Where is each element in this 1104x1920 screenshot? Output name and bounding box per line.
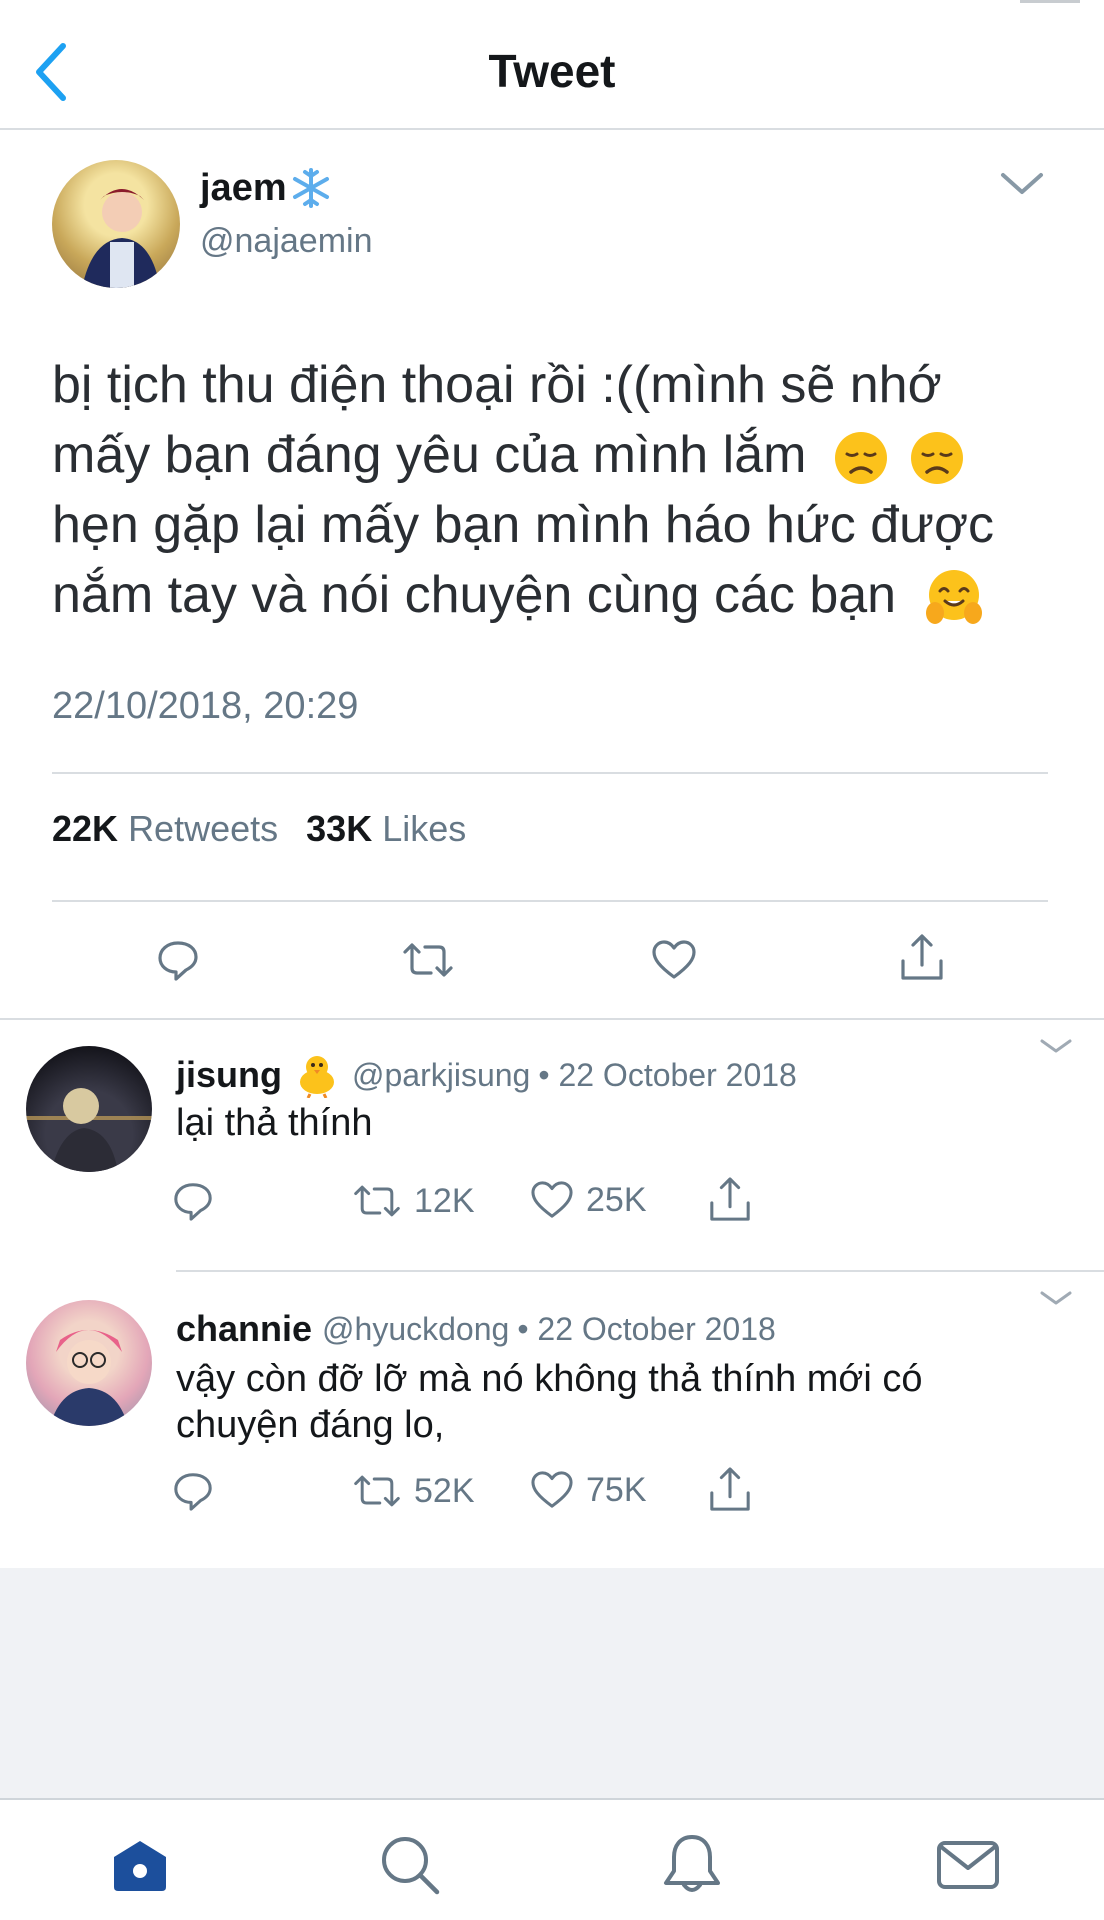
reply-icon [174, 1183, 212, 1221]
reply-options-button[interactable] [1036, 1286, 1076, 1310]
reply-date: • 22 October 2018 [517, 1310, 776, 1347]
tweet-options-button[interactable] [994, 164, 1050, 204]
tweet-text-line: bị tịch thu điện thoại rồi :((mình sẽ nh… [52, 356, 942, 414]
tweet-display-name[interactable]: jaem [200, 167, 287, 210]
reply-button[interactable] [150, 932, 206, 988]
avatar-portrait [50, 1330, 128, 1426]
likes-count: 33K [306, 808, 373, 849]
avatar-portrait [26, 1088, 152, 1172]
reply-retweet-count: 52K [414, 1471, 475, 1510]
reply-like-count: 25K [586, 1180, 647, 1219]
bottom-tab-bar [0, 1800, 1104, 1920]
reply-handle[interactable]: @hyuckdong [322, 1311, 509, 1348]
tab-messages[interactable] [928, 1832, 1008, 1898]
divider [52, 772, 1048, 774]
header-divider [0, 128, 1104, 130]
reply-like-button[interactable]: 25K [530, 1180, 647, 1220]
likes-label: Likes [382, 808, 467, 849]
heart-icon [652, 940, 696, 979]
tweet-handle[interactable]: @najaemin [200, 222, 373, 261]
reply-options-button[interactable] [1036, 1034, 1076, 1058]
chevron-down-icon [1001, 173, 1043, 194]
share-icon [710, 1467, 750, 1511]
retweets-label: Retweets [128, 808, 279, 849]
reply-text-line: vậy còn đỡ lỡ mà nó không thả thính mới … [176, 1358, 923, 1400]
tab-home[interactable] [100, 1830, 180, 1900]
retweets-stat[interactable]: 22K Retweets [52, 808, 288, 849]
avatar[interactable] [26, 1300, 152, 1426]
reply-handle[interactable]: @parkjisung [352, 1057, 530, 1094]
snowflake-emoji [292, 168, 329, 208]
reply-item[interactable]: channie @hyuckdong • 22 October 2018 vậy… [0, 1272, 1104, 1572]
timeline-end-area [0, 1568, 1104, 1800]
likes-stat[interactable]: 33K Likes [306, 808, 466, 849]
reply-retweet-button[interactable]: 12K [352, 1180, 475, 1222]
tweet-text-line: mấy bạn đáng yêu của mình lắm [52, 426, 807, 484]
reply-item[interactable]: jisung @parkjisung • 22 October 2018 lại… [0, 1020, 1104, 1270]
retweet-icon [354, 1475, 400, 1507]
share-icon [901, 934, 943, 980]
reply-text: lại thả thính [176, 1102, 373, 1144]
tweet-text-line: hẹn gặp lại mấy bạn mình háo hức được [52, 496, 995, 554]
reply-date: • 22 October 2018 [538, 1056, 797, 1093]
retweet-icon [354, 1185, 400, 1217]
divider [52, 900, 1048, 902]
tweet-text-line: nắm tay và nói chuyện cùng các bạn [52, 566, 897, 624]
retweets-count: 22K [52, 808, 119, 849]
tab-notifications[interactable] [652, 1826, 732, 1904]
reply-text-line: chuyện đáng lo, [176, 1404, 445, 1446]
chevron-down-icon [1040, 1291, 1072, 1305]
hugging-face-emoji [925, 570, 982, 625]
share-icon [710, 1177, 750, 1221]
reply-reply-button[interactable] [172, 1180, 214, 1222]
reply-icon [174, 1473, 212, 1511]
like-button[interactable] [646, 932, 702, 988]
reply-display-name[interactable]: jisung [176, 1054, 282, 1096]
notifications-icon [664, 1835, 720, 1892]
reply-share-button[interactable] [708, 1176, 752, 1224]
baby-chick-emoji [300, 1056, 334, 1098]
chevron-down-icon [1040, 1039, 1072, 1053]
retweet-button[interactable] [398, 932, 458, 988]
heart-icon [531, 1471, 573, 1508]
messages-icon [937, 1841, 999, 1889]
disappointed-face-emoji [834, 432, 887, 485]
top-bar-indicator [1020, 0, 1080, 3]
heart-icon [531, 1181, 573, 1218]
retweet-icon [403, 943, 453, 977]
search-icon [382, 1837, 440, 1895]
tab-search[interactable] [370, 1828, 450, 1902]
reply-icon [158, 941, 198, 981]
reply-text: vậy còn đỡ lỡ mà nó không thả thính mới … [176, 1356, 922, 1448]
reply-display-name[interactable]: channie [176, 1308, 312, 1350]
reply-reply-button[interactable] [172, 1470, 214, 1512]
reply-retweet-count: 12K [414, 1181, 475, 1220]
avatar[interactable] [52, 160, 180, 288]
avatar-portrait [82, 189, 160, 288]
reply-share-button[interactable] [708, 1466, 752, 1514]
reply-like-count: 75K [586, 1470, 647, 1509]
share-button[interactable] [894, 928, 950, 988]
home-icon [114, 1841, 166, 1891]
page-title: Tweet [488, 45, 616, 97]
tweet-timestamp[interactable]: 22/10/2018, 20:29 [52, 685, 358, 728]
disappointed-face-emoji [911, 432, 964, 485]
tweet-text: bị tịch thu điện thoại rồi :((mình sẽ nh… [52, 350, 1072, 630]
reply-like-button[interactable]: 75K [530, 1470, 647, 1510]
tweet-stats: 22K Retweets 33K Likes [52, 808, 466, 850]
reply-retweet-button[interactable]: 52K [352, 1470, 475, 1512]
avatar[interactable] [26, 1046, 152, 1172]
